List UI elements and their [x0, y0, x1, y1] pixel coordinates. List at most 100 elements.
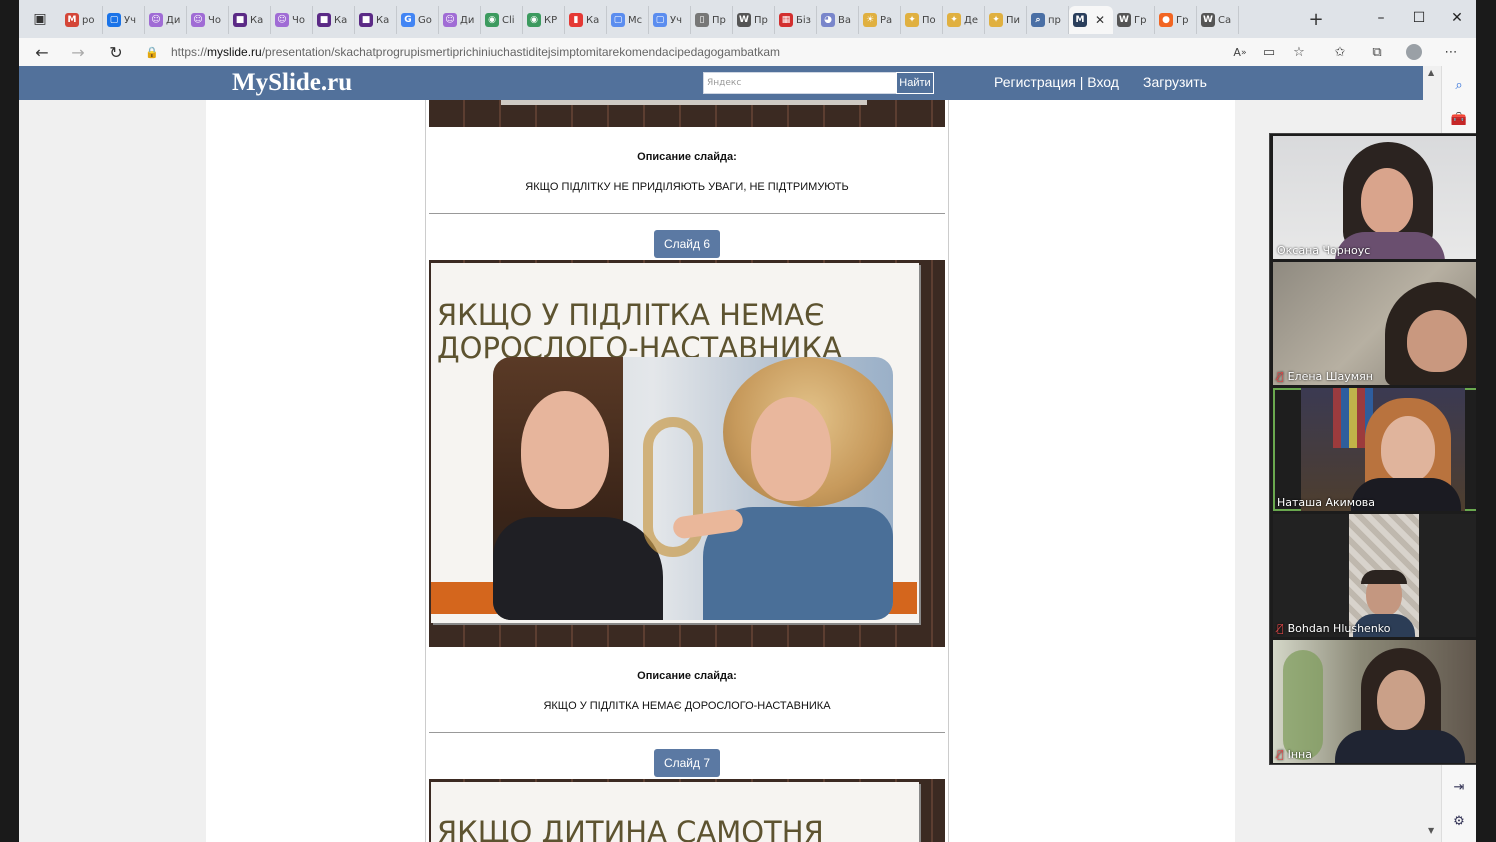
login-link[interactable]: Вход	[1087, 74, 1119, 90]
browser-tab[interactable]: W Пр	[733, 6, 775, 34]
tab-list: Mpo ▢ Уч ☺ Ди ☺ Чо ■ Ка ☺ Чо ■ Ка ■ Ка G Go ☺ Ди ◉ Cli ◉ КР ▮ Ка…	[61, 6, 1239, 34]
browser-tab[interactable]: ☺ Ди	[145, 6, 187, 34]
participant-tile[interactable]: 🎙̸ Елена Шаумян	[1273, 262, 1476, 385]
browser-tab[interactable]: ⌕ пр	[1027, 6, 1069, 34]
browser-tab[interactable]: ◉ КР	[523, 6, 565, 34]
forward-button[interactable]: →	[65, 40, 91, 64]
shopping-icon[interactable]: 🧰	[1448, 108, 1470, 130]
video-call-panel: Оксана Чорноус 🎙̸ Елена Шаумян Наташа Аки…	[1269, 133, 1476, 765]
participant-tile[interactable]: Оксана Чорноус	[1273, 136, 1476, 259]
slide-6-desc-title: Описание слайда:	[637, 670, 737, 682]
site-header: MySlide.ru Яндекс Найти Регистрация | Вх…	[19, 66, 1423, 100]
browser-tab-active[interactable]: M ✕	[1069, 6, 1113, 34]
browser-tab[interactable]: ▦ Біз	[775, 6, 817, 34]
square-icon: ■	[317, 13, 331, 27]
minimize-button[interactable]: –	[1363, 6, 1399, 30]
browser-tab[interactable]: ▢ Мс	[607, 6, 649, 34]
browser-tab[interactable]: ▢ Уч	[649, 6, 691, 34]
square-icon: ■	[233, 13, 247, 27]
lock-icon[interactable]: 🔒	[143, 43, 161, 61]
address-bar[interactable]: 🔒 https://myslide.ru/presentation/skacha…	[143, 40, 1223, 64]
auth-links: Регистрация | Вход	[994, 74, 1119, 90]
browser-tab[interactable]: ■ Ка	[313, 6, 355, 34]
new-tab-button[interactable]: +	[1305, 8, 1327, 30]
tab-label: Де	[964, 14, 978, 26]
settings-icon[interactable]: ⚙	[1448, 810, 1470, 832]
browser-tab[interactable]: ✦ По	[901, 6, 943, 34]
scroll-up-icon[interactable]: ▲	[1428, 68, 1434, 77]
globe-icon: ◉	[485, 13, 499, 27]
browser-tab[interactable]: ✦ Де	[943, 6, 985, 34]
browser-tab[interactable]: ■ Ка	[355, 6, 397, 34]
browser-tab[interactable]: ● Гр	[1155, 6, 1197, 34]
profile-icon: ☺	[443, 13, 457, 27]
browser-tab[interactable]: ▢ Уч	[103, 6, 145, 34]
tab-label: Ди	[166, 14, 181, 26]
participant-tile[interactable]: 🎙̸ Інна	[1273, 640, 1476, 763]
favorites-icon[interactable]: ✩	[1329, 42, 1351, 62]
more-menu-icon[interactable]: ⋯	[1440, 42, 1462, 62]
divider	[429, 213, 945, 214]
search-button[interactable]: Найти	[896, 72, 934, 94]
slide-7-image[interactable]: ЯКЩО ДИТИНА САМОТНЯ	[429, 779, 945, 842]
bulb-icon: ✦	[905, 13, 919, 27]
tab-label: Ка	[376, 14, 390, 26]
collections-icon[interactable]: ⧉	[1366, 42, 1388, 62]
tab-label: Чо	[208, 14, 221, 26]
browser-tab[interactable]: ◉ Cli	[481, 6, 523, 34]
browser-tab[interactable]: ✦ Пи	[985, 6, 1027, 34]
slide-7-paper: ЯКЩО ДИТИНА САМОТНЯ	[431, 782, 919, 842]
tab-label: По	[922, 14, 936, 26]
browser-tab[interactable]: G Go	[397, 6, 439, 34]
tab-label: Уч	[124, 14, 137, 26]
url-scheme: https://	[171, 45, 208, 59]
left-margin	[19, 100, 206, 842]
browser-tab[interactable]: ☺ Чо	[271, 6, 313, 34]
browser-tab[interactable]: W Гр	[1113, 6, 1155, 34]
participant-name: 🎙̸ Bohdan Hlushenko	[1277, 622, 1391, 635]
register-link[interactable]: Регистрация	[994, 74, 1076, 90]
browser-tab[interactable]: ▯ Пр	[691, 6, 733, 34]
browser-tab[interactable]: ▮ Ка	[565, 6, 607, 34]
maximize-button[interactable]: ☐	[1401, 6, 1437, 30]
mic-muted-icon: 🎙̸	[1277, 748, 1284, 761]
auth-separator: |	[1079, 74, 1084, 90]
orange-icon: ●	[1159, 13, 1173, 27]
tab-actions-icon[interactable]: ▣	[29, 8, 51, 30]
profile-icon: ☺	[149, 13, 163, 27]
slide-6-image[interactable]: ЯКЩО У ПІДЛІТКА НЕМАЄ ДОРОСЛОГО-НАСТАВНИ…	[429, 260, 945, 647]
upload-link[interactable]: Загрузить	[1143, 74, 1207, 90]
tab-label: Ди	[460, 14, 475, 26]
tab-label: пр	[1048, 14, 1061, 26]
profile-avatar-icon[interactable]	[1403, 42, 1425, 62]
back-button[interactable]: ←	[29, 40, 55, 64]
read-aloud-icon[interactable]: A»	[1229, 42, 1251, 62]
participant-tile-active[interactable]: Наташа Акимова	[1273, 388, 1476, 511]
tab-label: Са	[1218, 14, 1232, 26]
site-logo[interactable]: MySlide.ru	[232, 69, 352, 97]
browser-tab[interactable]: ◕ Ва	[817, 6, 859, 34]
slide-7-button[interactable]: Слайд 7	[654, 749, 720, 777]
slide-6-photo	[493, 357, 893, 620]
search-icon[interactable]: ⌕	[1448, 74, 1470, 96]
reload-button[interactable]: ↻	[103, 40, 129, 64]
split-screen-icon[interactable]: ⇥	[1448, 776, 1470, 798]
slide-5-image[interactable]	[429, 100, 945, 127]
browser-tab[interactable]: Mpo	[61, 6, 103, 34]
tab-label: Ка	[586, 14, 600, 26]
close-tab-icon[interactable]: ✕	[1095, 13, 1105, 27]
browser-tab[interactable]: ☺ Чо	[187, 6, 229, 34]
participant-tile[interactable]: 🎙̸ Bohdan Hlushenko	[1273, 514, 1476, 637]
search-input[interactable]: Яндекс	[703, 72, 897, 94]
close-window-button[interactable]: ✕	[1439, 6, 1475, 30]
scroll-down-icon[interactable]: ▼	[1428, 826, 1434, 835]
browser-tab[interactable]: ☀ Ра	[859, 6, 901, 34]
browser-tab[interactable]: ■ Ка	[229, 6, 271, 34]
slide-6-button[interactable]: Слайд 6	[654, 230, 720, 258]
browser-tab[interactable]: ☺ Ди	[439, 6, 481, 34]
meet-icon: ▢	[107, 13, 121, 27]
navigation-bar: ← → ↻ 🔒 https://myslide.ru/presentation/…	[19, 38, 1476, 66]
browser-tab[interactable]: W Са	[1197, 6, 1239, 34]
add-favorite-icon[interactable]: ☆	[1288, 42, 1310, 62]
immersive-reader-icon[interactable]: ▭	[1258, 42, 1280, 62]
